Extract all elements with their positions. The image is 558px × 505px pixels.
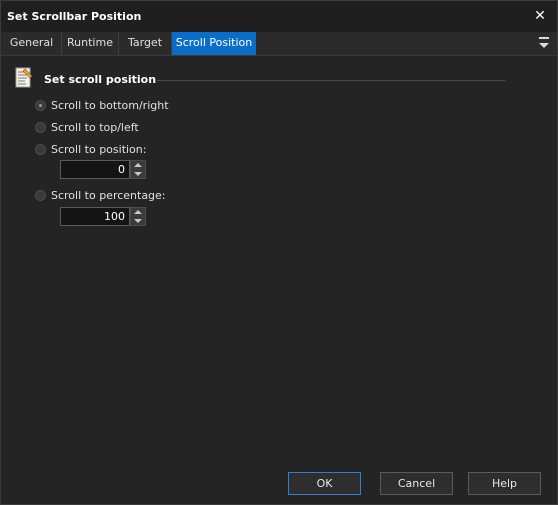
increment-icon[interactable] xyxy=(131,208,145,216)
ok-button[interactable]: OK xyxy=(288,472,361,495)
title-bar: Set Scrollbar Position ✕ xyxy=(1,1,557,32)
tab-menu-icon[interactable] xyxy=(539,37,549,49)
dialog-window: Set Scrollbar Position ✕ General Runtime… xyxy=(0,0,558,505)
position-spin-buttons[interactable] xyxy=(130,160,146,179)
tab-scroll-position[interactable]: Scroll Position xyxy=(172,32,256,55)
tab-runtime[interactable]: Runtime xyxy=(62,32,119,55)
radio-label[interactable]: Scroll to bottom/right xyxy=(51,99,169,112)
radio-button[interactable] xyxy=(35,190,46,201)
position-stepper[interactable] xyxy=(60,160,146,179)
decrement-icon[interactable] xyxy=(131,217,145,225)
radio-button[interactable] xyxy=(35,144,46,155)
help-button[interactable]: Help xyxy=(468,472,541,495)
radio-button[interactable] xyxy=(35,122,46,133)
tab-bar: General Runtime Target Scroll Position xyxy=(1,32,557,56)
radio-label[interactable]: Scroll to top/left xyxy=(51,121,139,134)
tab-general[interactable]: General xyxy=(2,32,62,55)
position-input[interactable] xyxy=(60,160,130,179)
increment-icon[interactable] xyxy=(131,161,145,169)
percentage-spin-buttons[interactable] xyxy=(130,207,146,226)
window-title: Set Scrollbar Position xyxy=(7,10,142,23)
radio-label[interactable]: Scroll to percentage: xyxy=(51,189,166,202)
percentage-input[interactable] xyxy=(60,207,130,226)
document-settings-icon xyxy=(15,67,33,88)
radio-button[interactable] xyxy=(35,100,46,111)
tab-target[interactable]: Target xyxy=(119,32,172,55)
radio-label[interactable]: Scroll to position: xyxy=(51,143,146,156)
cancel-button[interactable]: Cancel xyxy=(380,472,453,495)
section-divider xyxy=(157,80,505,81)
section-title: Set scroll position xyxy=(44,73,157,86)
close-icon[interactable]: ✕ xyxy=(531,7,549,25)
decrement-icon[interactable] xyxy=(131,170,145,178)
percentage-stepper[interactable] xyxy=(60,207,146,226)
